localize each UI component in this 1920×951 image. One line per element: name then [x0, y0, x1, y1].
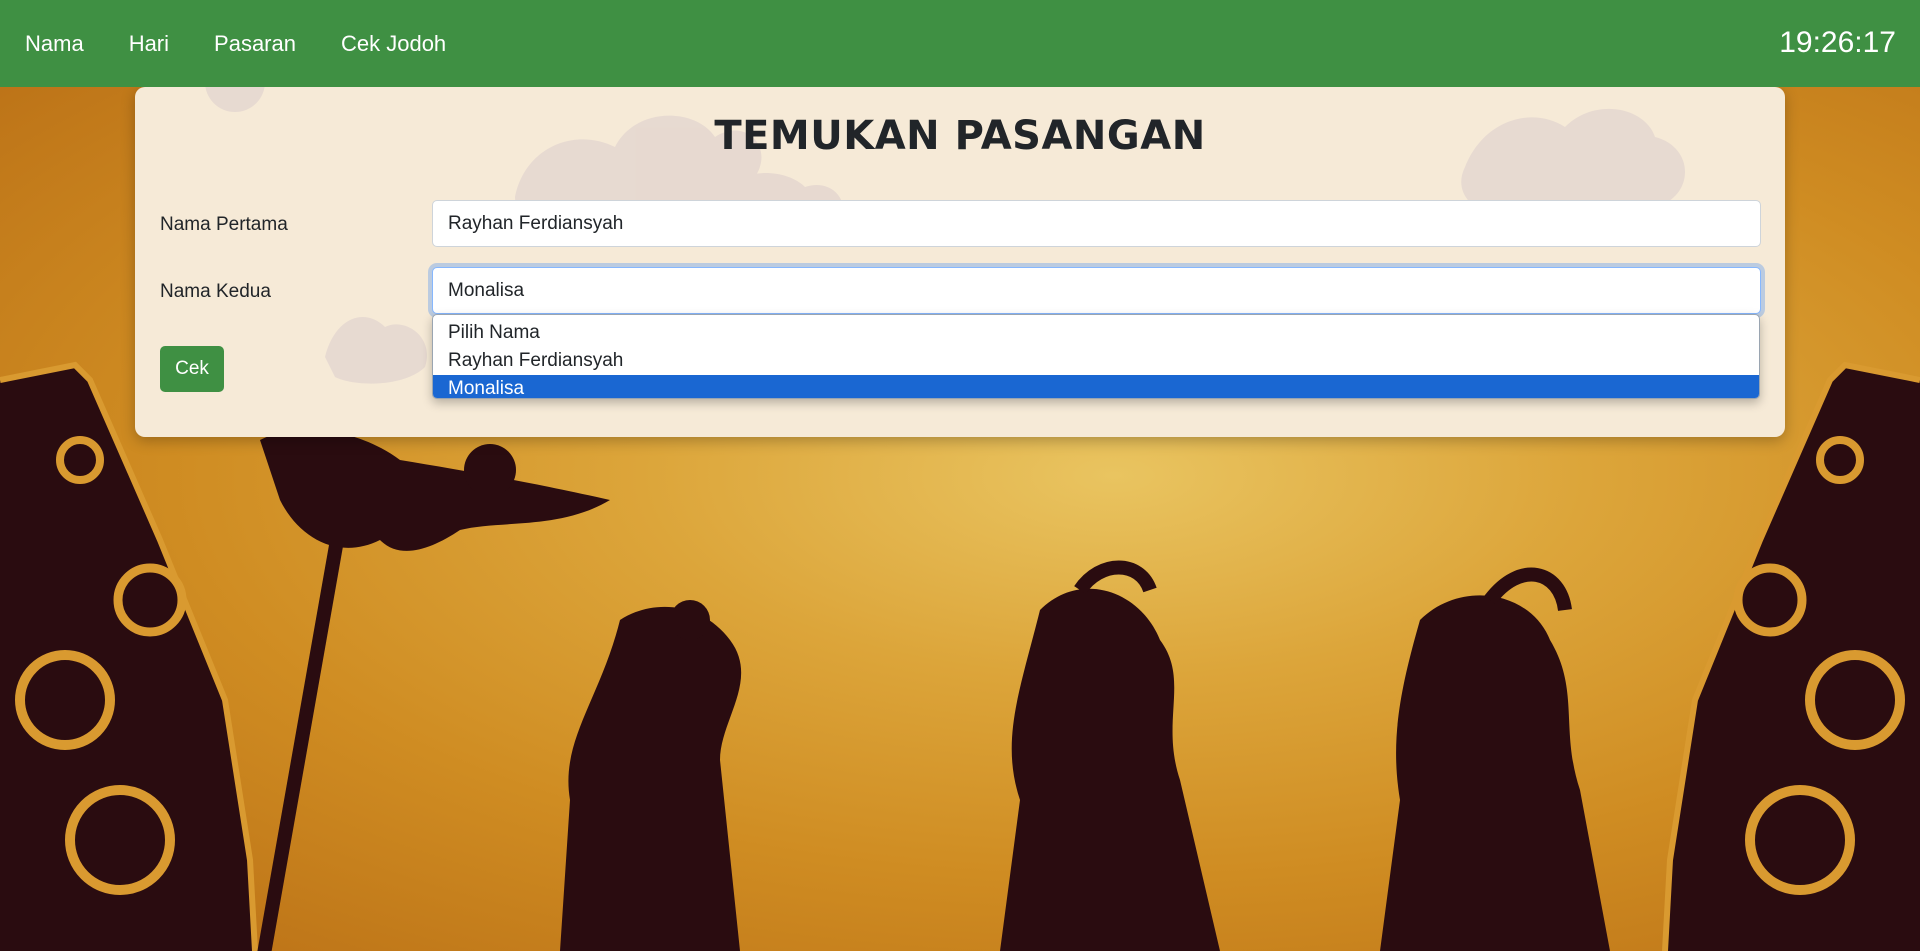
- clock-display: 19:26:17: [1779, 26, 1896, 59]
- first-name-label: Nama Pertama: [160, 214, 288, 235]
- second-name-dropdown-list: Pilih Nama Rayhan Ferdiansyah Monalisa: [432, 314, 1760, 399]
- nav-link-cek-jodoh[interactable]: Cek Jodoh: [341, 31, 446, 57]
- second-name-select[interactable]: Monalisa: [432, 267, 1761, 314]
- first-name-select[interactable]: Rayhan Ferdiansyah: [432, 200, 1761, 247]
- dropdown-option-monalisa[interactable]: Monalisa: [433, 375, 1759, 398]
- top-navbar: Nama Hari Pasaran Cek Jodoh 19:26:17: [0, 0, 1920, 87]
- dropdown-option-rayhan[interactable]: Rayhan Ferdiansyah: [433, 347, 1759, 375]
- nav-link-nama[interactable]: Nama: [25, 31, 84, 57]
- nav-link-pasaran[interactable]: Pasaran: [214, 31, 296, 57]
- check-button[interactable]: Cek: [160, 346, 224, 392]
- second-name-label: Nama Kedua: [160, 281, 271, 302]
- page-title: TEMUKAN PASANGAN: [714, 113, 1206, 159]
- nav-link-hari[interactable]: Hari: [129, 31, 169, 57]
- dropdown-option-pilih-nama[interactable]: Pilih Nama: [433, 319, 1759, 347]
